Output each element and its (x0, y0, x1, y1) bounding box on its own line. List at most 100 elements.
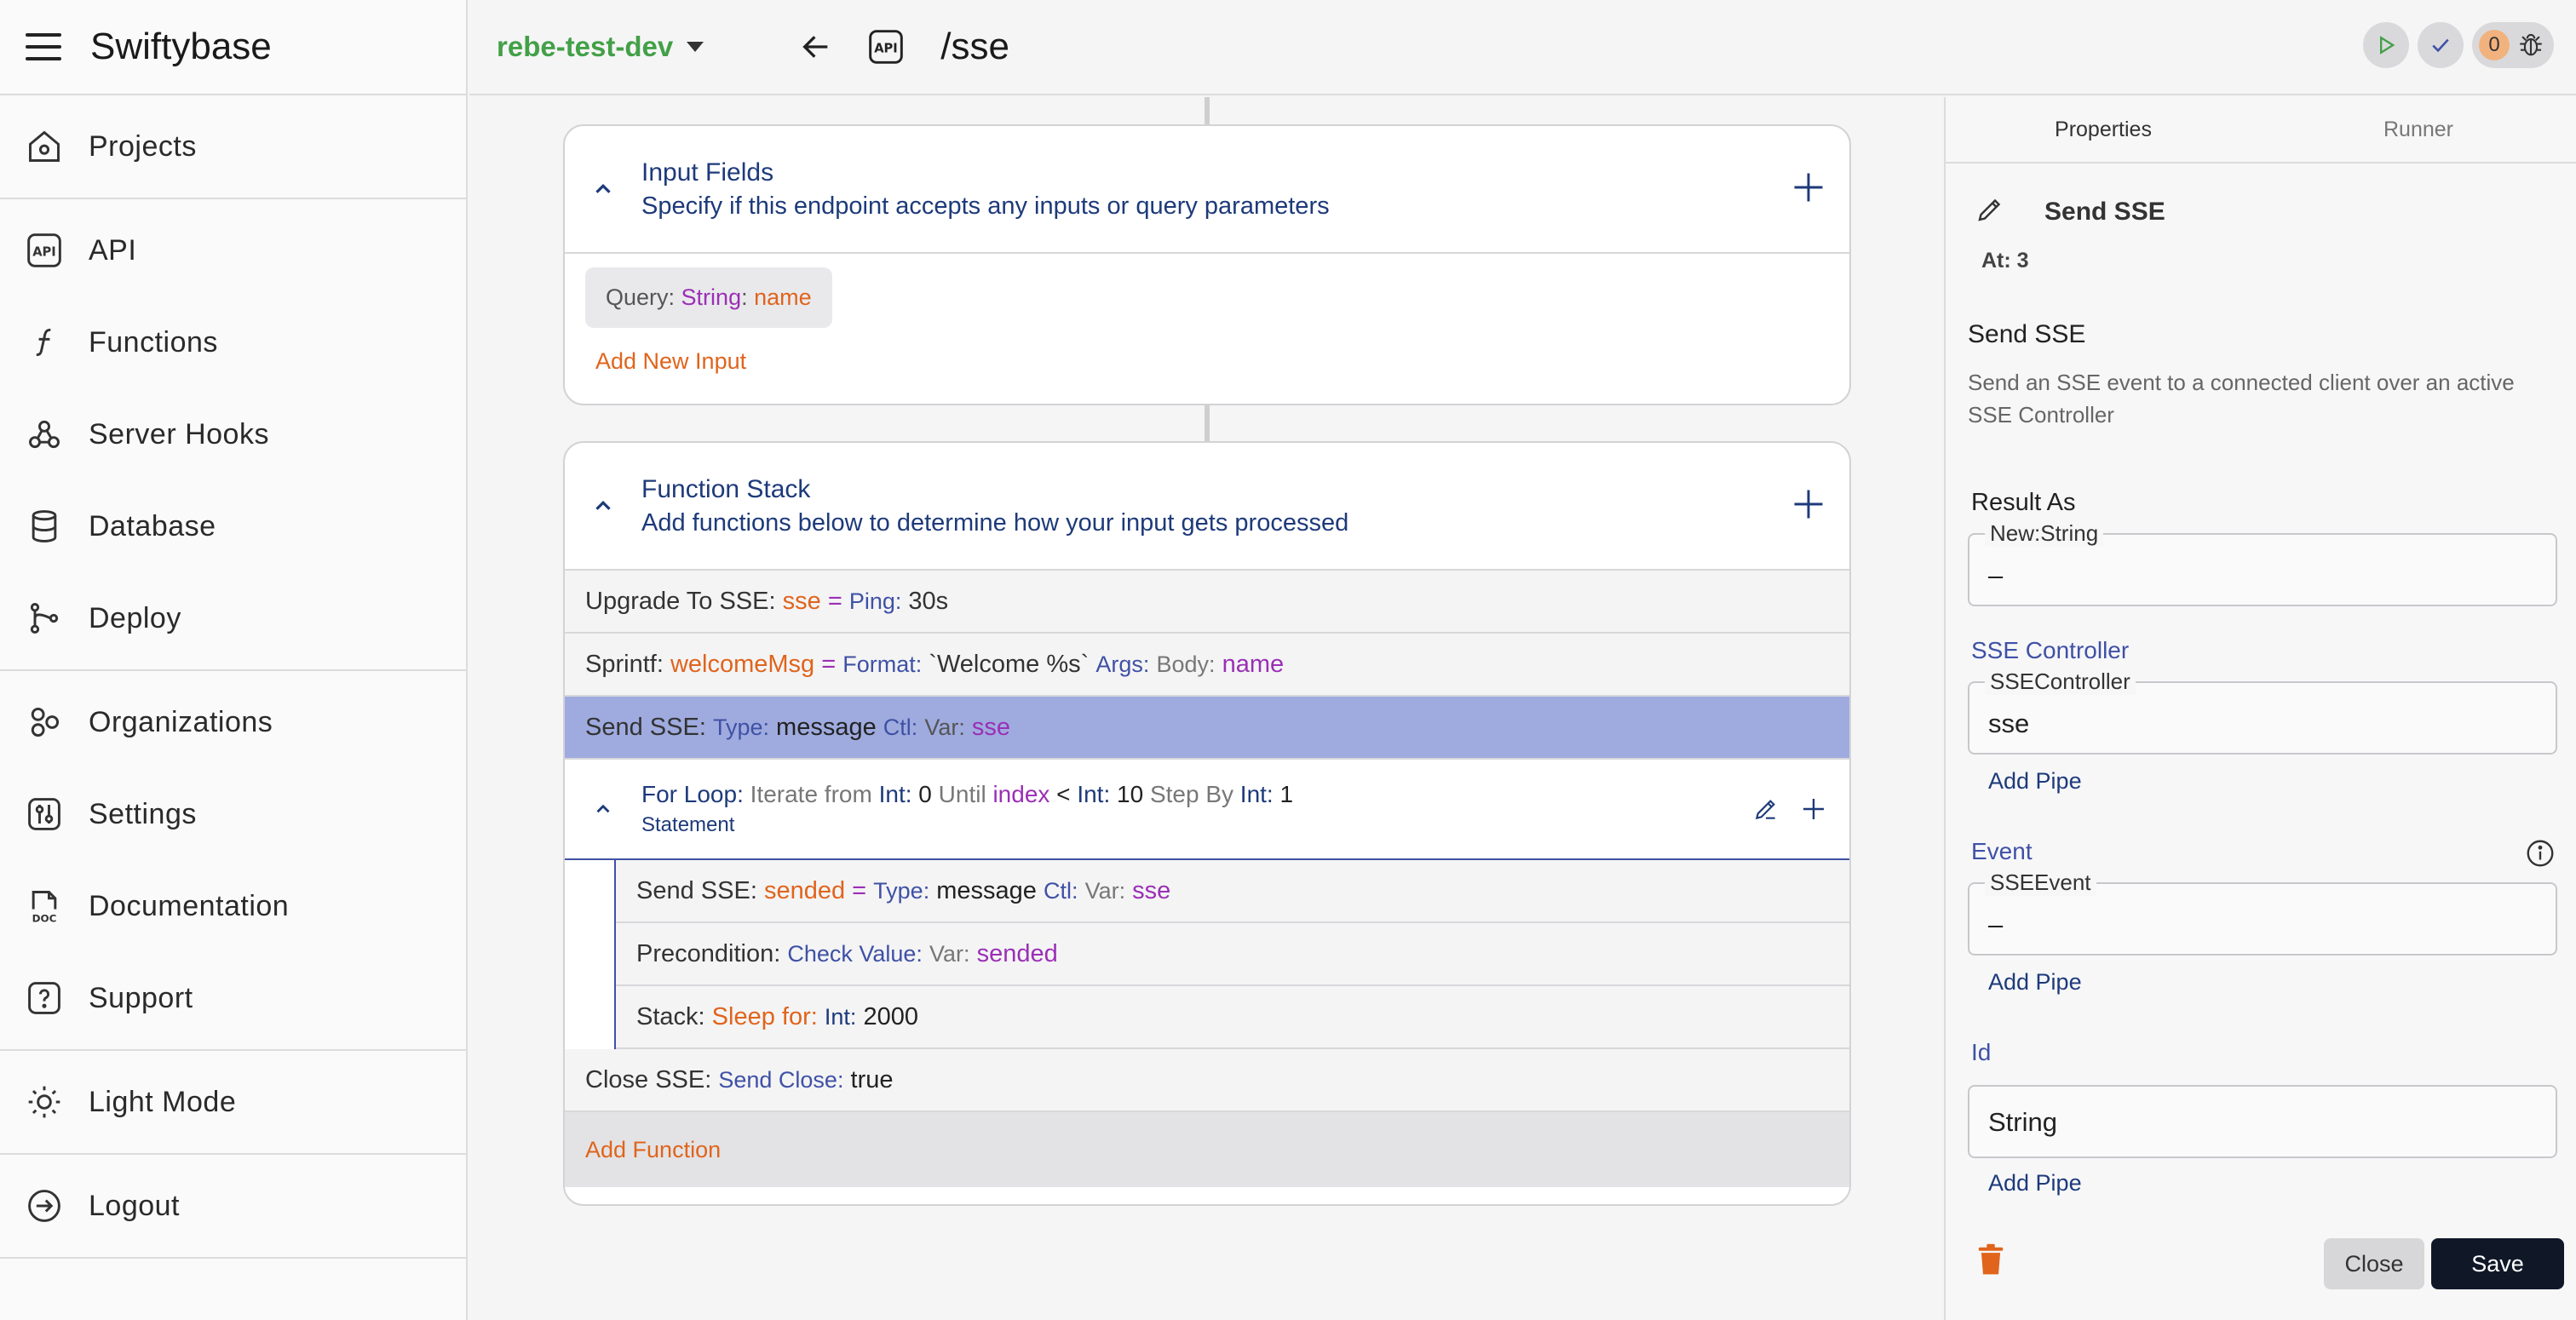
add-child-plus-icon[interactable] (1800, 795, 1827, 827)
back-arrow-icon[interactable] (797, 28, 835, 66)
function-row-nested-send-sse[interactable]: Send SSE: sended = Type: message Ctl: Va… (616, 860, 1849, 923)
function-row-upgrade-sse[interactable]: Upgrade To SSE: sse = Ping: 30s (565, 571, 1849, 634)
sidebar-item-label: Support (89, 981, 193, 1014)
id-label: Id (1971, 1039, 1992, 1065)
description-text: Send an SSE event to a connected client … (1968, 370, 2515, 428)
sidebar-item-deploy[interactable]: Deploy (0, 572, 466, 664)
add-pipe-link[interactable]: Add Pipe (1988, 1170, 2082, 1197)
id-field[interactable]: String (1968, 1085, 2557, 1158)
svg-text:API: API (32, 244, 56, 259)
sidebar-item-label: Database (89, 509, 216, 542)
sidebar-item-server-hooks[interactable]: Server Hooks (0, 388, 466, 480)
input-fields-header: Input Fields Specify if this endpoint ac… (565, 126, 1849, 254)
sidebar-item-functions[interactable]: Functions (0, 296, 466, 388)
position-label: At: 3 (1981, 249, 2029, 273)
sun-icon (26, 1083, 63, 1121)
webhook-icon (26, 416, 63, 453)
result-as-label: Result As (1971, 489, 2076, 516)
check-icon (2432, 38, 2449, 53)
caret-down-icon (687, 42, 704, 52)
function-row-stack-sleep[interactable]: Stack: Sleep for: Int: 2000 (616, 986, 1849, 1049)
debug-count-badge: 0 (2479, 30, 2510, 60)
sidebar-item-label: Logout (89, 1189, 180, 1222)
event-field[interactable]: SSEEvent – (1968, 869, 2557, 956)
collapse-chevron-icon[interactable] (565, 798, 641, 820)
nav-group-projects: Projects (0, 95, 466, 199)
input-chip[interactable]: Query: String: name (585, 267, 832, 328)
tab-runner[interactable]: Runner (2261, 97, 2576, 162)
debug-button[interactable]: 0 (2472, 22, 2554, 68)
function-row-for-loop[interactable]: For Loop: Iterate from Int: 0 Until inde… (565, 760, 1849, 860)
sidebar-item-settings[interactable]: Settings (0, 768, 466, 860)
panel-tabs: Properties Runner (1946, 97, 2576, 164)
add-new-input-link[interactable]: Add New Input (595, 348, 746, 374)
function-stack-card: Function Stack Add functions below to de… (563, 441, 1851, 1206)
close-button[interactable]: Close (2324, 1238, 2424, 1289)
properties-panel: Properties Runner Send SSE At: 3 Send SS… (1944, 97, 2576, 1320)
add-function-link[interactable]: Add Function (585, 1137, 721, 1163)
run-button[interactable] (2363, 22, 2409, 68)
sidebar-item-database[interactable]: Database (0, 480, 466, 572)
description-title: Send SSE (1968, 320, 2086, 348)
collapse-chevron-icon[interactable] (565, 176, 641, 202)
sidebar-item-label: Server Hooks (89, 417, 269, 451)
card-title: Function Stack (641, 474, 811, 503)
sse-controller-field[interactable]: SSEController sse (1968, 669, 2557, 755)
input-fields-card: Input Fields Specify if this endpoint ac… (563, 124, 1851, 405)
home-icon (26, 128, 63, 165)
branch-icon (26, 600, 63, 637)
sidebar-item-documentation[interactable]: DOC Documentation (0, 860, 466, 952)
save-button[interactable]: Save (2431, 1238, 2564, 1289)
settings-icon (26, 795, 63, 833)
edit-pencil-icon[interactable] (1752, 795, 1780, 827)
api-icon: API (869, 30, 904, 64)
nav-group-theme: Light Mode (0, 1051, 466, 1155)
card-title: Input Fields (641, 158, 774, 187)
function-row-send-sse-selected[interactable]: Send SSE: Type: message Ctl: Var: sse (565, 697, 1849, 760)
sidebar-item-organizations[interactable]: Organizations (0, 676, 466, 768)
tab-properties[interactable]: Properties (1946, 97, 2261, 162)
endpoint-route: /sse (940, 26, 1009, 67)
function-row-close-sse[interactable]: Close SSE: Send Close: true (565, 1049, 1849, 1112)
function-row-sprintf[interactable]: Sprintf: welcomeMsg = Format: `Welcome %… (565, 634, 1849, 697)
svg-text:DOC: DOC (32, 912, 57, 924)
result-as-field[interactable]: New:String – (1968, 520, 2557, 606)
validate-button[interactable] (2418, 22, 2464, 68)
add-function-row: Add Function (565, 1112, 1849, 1187)
card-subtitle: Specify if this endpoint accepts any inp… (641, 192, 1330, 220)
sidebar-item-logout[interactable]: Logout (0, 1160, 466, 1252)
sidebar-item-api[interactable]: API API (0, 204, 466, 296)
sidebar-item-support[interactable]: Support (0, 952, 466, 1044)
loop-subtitle: Statement (641, 813, 735, 836)
environment-selector[interactable]: rebe-test-dev (497, 31, 704, 63)
loop-body: Send SSE: sended = Type: message Ctl: Va… (614, 860, 1849, 1049)
card-subtitle: Add functions below to determine how you… (641, 508, 1349, 537)
add-function-plus-icon[interactable] (1790, 485, 1827, 523)
delete-trash-icon[interactable] (1975, 1242, 2007, 1282)
sidebar-item-label: Projects (89, 129, 197, 163)
sidebar-item-label: Light Mode (89, 1085, 237, 1118)
nav-group-build: API API Functions Server Hooks Database (0, 199, 466, 671)
sidebar-item-label: Settings (89, 797, 197, 830)
function-stack-header: Function Stack Add functions below to de… (565, 443, 1849, 571)
add-pipe-link[interactable]: Add Pipe (1988, 768, 2082, 795)
top-bar: rebe-test-dev API /sse 0 (469, 0, 2576, 95)
bug-icon (2520, 33, 2542, 56)
sidebar-item-light-mode[interactable]: Light Mode (0, 1056, 466, 1148)
info-icon[interactable] (2525, 838, 2556, 873)
sse-controller-label: SSE Controller (1971, 637, 2130, 663)
help-icon (26, 979, 63, 1017)
collapse-chevron-icon[interactable] (565, 493, 641, 519)
flow-canvas: Input Fields Specify if this endpoint ac… (469, 97, 1944, 1320)
add-input-plus-icon[interactable] (1790, 169, 1827, 206)
sidebar-item-label: API (89, 233, 137, 267)
sidebar-item-label: Organizations (89, 705, 273, 738)
database-icon (26, 508, 63, 545)
pencil-icon (1975, 194, 2005, 229)
menu-icon[interactable] (26, 33, 61, 60)
function-row-precondition[interactable]: Precondition: Check Value: Var: sended (616, 923, 1849, 986)
sidebar-item-label: Documentation (89, 889, 290, 922)
add-pipe-link[interactable]: Add Pipe (1988, 969, 2082, 996)
sidebar-item-projects[interactable]: Projects (0, 100, 466, 192)
environment-name: rebe-test-dev (497, 31, 674, 62)
